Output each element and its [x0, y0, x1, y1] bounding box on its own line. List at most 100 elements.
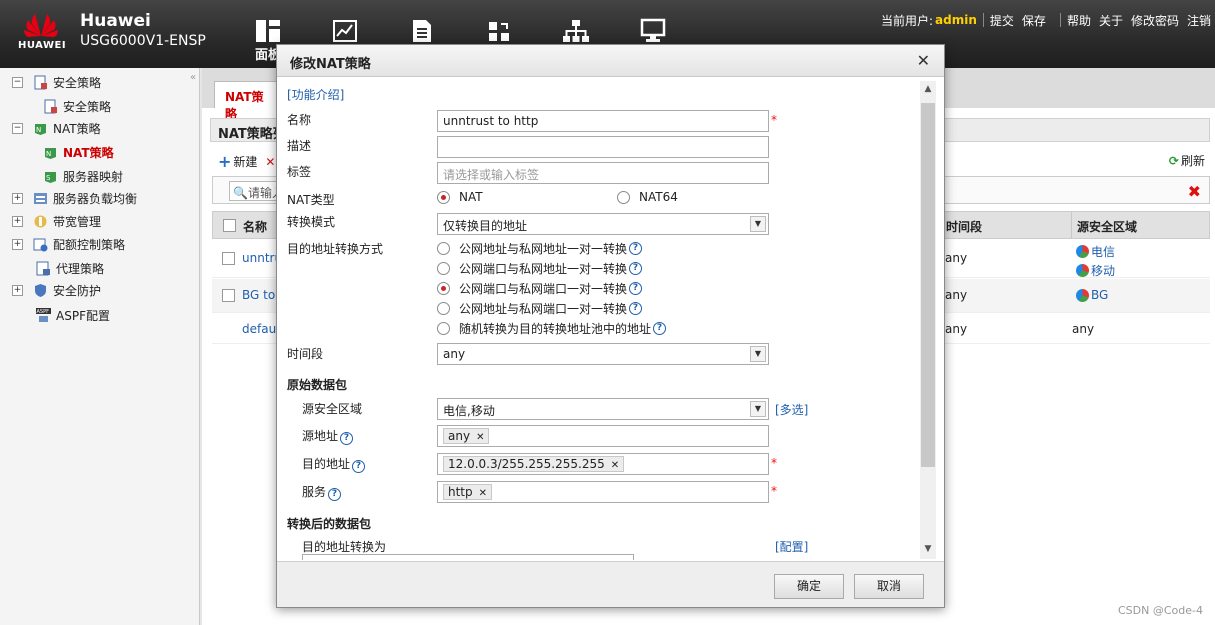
expand-icon[interactable]: +: [12, 284, 23, 296]
collapse-sidebar-icon[interactable]: «: [190, 72, 196, 83]
row-time: any: [945, 288, 968, 302]
nat-policy-icon: N: [33, 121, 48, 136]
help-icon[interactable]: ?: [328, 488, 342, 501]
shield-icon: [33, 283, 48, 298]
close-icon[interactable]: ✕: [917, 51, 930, 70]
security-policy-leaf-icon: [43, 99, 58, 114]
sidebar-item-proxy[interactable]: 代理策略: [36, 258, 104, 278]
dst-method-radio-5[interactable]: 随机转换为目的转换地址池中的地址?: [437, 320, 667, 337]
scroll-down-icon[interactable]: ▼: [920, 541, 936, 557]
objects-icon[interactable]: [484, 16, 514, 46]
help-icon[interactable]: ?: [352, 460, 366, 473]
about-link[interactable]: 关于: [1099, 12, 1123, 29]
dst-method-radio-1[interactable]: 公网地址与私网地址一对一转换?: [437, 240, 643, 257]
network-topology-icon[interactable]: [561, 16, 591, 46]
sidebar-item-load-balance[interactable]: + 服务器负载均衡: [12, 188, 137, 208]
svg-text:S: S: [46, 174, 51, 182]
help-icon[interactable]: ?: [340, 432, 354, 445]
multi-select-link[interactable]: [多选]: [775, 401, 808, 418]
help-icon[interactable]: ?: [629, 302, 643, 315]
scroll-thumb[interactable]: [921, 103, 935, 467]
sidebar-item-aspf[interactable]: ASPF ASPF配置: [36, 305, 110, 325]
help-link[interactable]: 帮助: [1067, 12, 1091, 29]
column-header-name[interactable]: 名称: [243, 218, 267, 235]
sidebar-item-label: 带宽管理: [53, 214, 102, 229]
dst-method-radio-2[interactable]: 公网端口与私网地址一对一转换?: [437, 260, 643, 277]
nat-type-radio-nat64[interactable]: NAT64: [617, 190, 678, 204]
remove-tag-icon[interactable]: ✕: [611, 460, 619, 471]
src-zone-select[interactable]: 电信,移动 ▼: [437, 398, 769, 420]
system-monitor-icon[interactable]: [638, 16, 668, 46]
logo-text: HUAWEI: [18, 40, 67, 51]
clear-filter-icon[interactable]: ✖: [1188, 182, 1201, 201]
remove-tag-icon[interactable]: ✕: [479, 488, 487, 499]
dialog-scrollbar[interactable]: ▲ ▼: [920, 81, 936, 559]
dst-convert-input[interactable]: [302, 554, 634, 560]
service-input[interactable]: http ✕: [437, 481, 769, 503]
name-input[interactable]: unntrust to http: [437, 110, 769, 132]
src-address-input[interactable]: any ✕: [437, 425, 769, 447]
required-marker: *: [771, 456, 777, 470]
sidebar-item-quota[interactable]: + 配额控制策略: [12, 234, 125, 254]
time-range-select[interactable]: any ▼: [437, 343, 769, 365]
row-checkbox[interactable]: [222, 289, 235, 302]
dashboard-icon[interactable]: [253, 16, 283, 46]
sidebar-item-nat-policy-leaf[interactable]: N NAT策略: [43, 142, 114, 162]
radio-icon: [437, 322, 450, 335]
refresh-button[interactable]: ⟳ 刷新: [1169, 152, 1205, 169]
proxy-icon: [36, 261, 51, 276]
sidebar-item-bandwidth[interactable]: + 带宽管理: [12, 211, 101, 231]
remove-tag-icon[interactable]: ✕: [476, 432, 484, 443]
row-checkbox[interactable]: [222, 252, 235, 265]
change-password-link[interactable]: 修改密码: [1131, 12, 1179, 29]
tab-nat-policy[interactable]: NAT策略: [214, 81, 284, 121]
expand-icon[interactable]: +: [12, 215, 23, 227]
sidebar-item-server-mapping[interactable]: S 服务器映射: [43, 166, 123, 186]
logout-link[interactable]: 注销: [1187, 12, 1211, 29]
chevron-down-icon[interactable]: ▼: [750, 401, 766, 417]
row-name[interactable]: BG to: [242, 288, 275, 302]
add-icon[interactable]: +: [218, 152, 231, 171]
help-icon[interactable]: ?: [629, 242, 643, 255]
help-icon[interactable]: ?: [653, 322, 667, 335]
new-button[interactable]: 新建: [233, 153, 257, 170]
sidebar-item-label: 服务器负载均衡: [53, 191, 138, 206]
nat-policy-leaf-icon: N: [43, 145, 58, 160]
dialog-title: 修改NAT策略: [290, 57, 371, 72]
column-header-src-zone[interactable]: 源安全区域: [1077, 218, 1137, 235]
sidebar-item-security-policy-leaf[interactable]: 安全策略: [43, 96, 111, 116]
tag-input[interactable]: 请选择或输入标签: [437, 162, 769, 184]
expand-icon[interactable]: +: [12, 238, 23, 250]
chevron-down-icon[interactable]: ▼: [750, 216, 766, 232]
submit-link[interactable]: 提交: [990, 12, 1014, 29]
translated-packet-section: 转换后的数据包: [287, 517, 372, 531]
sidebar-item-protection[interactable]: + 安全防护: [12, 280, 101, 300]
dst-method-radio-4[interactable]: 公网地址与私网端口一对一转换?: [437, 300, 643, 317]
dst-address-input[interactable]: 12.0.0.3/255.255.255.255 ✕: [437, 453, 769, 475]
dst-method-radio-3[interactable]: 公网端口与私网端口一对一转换?: [437, 280, 643, 297]
description-input[interactable]: [437, 136, 769, 158]
config-link[interactable]: [配置]: [775, 538, 808, 555]
help-icon[interactable]: ?: [629, 282, 643, 295]
delete-icon[interactable]: ✕: [265, 155, 275, 169]
monitor-chart-icon[interactable]: [330, 16, 360, 46]
column-header-time[interactable]: 时间段: [946, 218, 982, 235]
help-intro-link[interactable]: [功能介绍]: [287, 86, 344, 103]
conversion-mode-select[interactable]: 仅转换目的地址 ▼: [437, 213, 769, 235]
expand-icon[interactable]: +: [12, 192, 23, 204]
collapse-icon[interactable]: −: [12, 122, 23, 134]
sidebar-item-security-policy[interactable]: − 安全策略: [12, 72, 101, 92]
policy-document-icon[interactable]: [407, 16, 437, 46]
scroll-up-icon[interactable]: ▲: [920, 81, 936, 97]
sidebar-item-nat-policy[interactable]: − N NAT策略: [12, 118, 101, 138]
collapse-icon[interactable]: −: [12, 76, 23, 88]
help-icon[interactable]: ?: [629, 262, 643, 275]
chevron-down-icon[interactable]: ▼: [750, 346, 766, 362]
cancel-button[interactable]: 取消: [854, 574, 924, 599]
sidebar-item-label: ASPF配置: [56, 308, 110, 323]
sidebar-item-label: NAT策略: [53, 121, 101, 136]
ok-button[interactable]: 确定: [774, 574, 844, 599]
nat-type-radio-nat[interactable]: NAT: [437, 190, 483, 204]
save-link[interactable]: 保存: [1022, 12, 1046, 29]
select-all-checkbox[interactable]: [223, 219, 236, 232]
